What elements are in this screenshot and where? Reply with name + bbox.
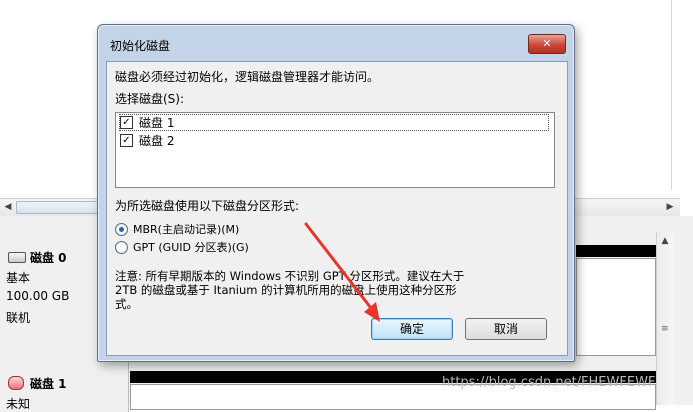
annotation-arrow bbox=[304, 222, 380, 322]
